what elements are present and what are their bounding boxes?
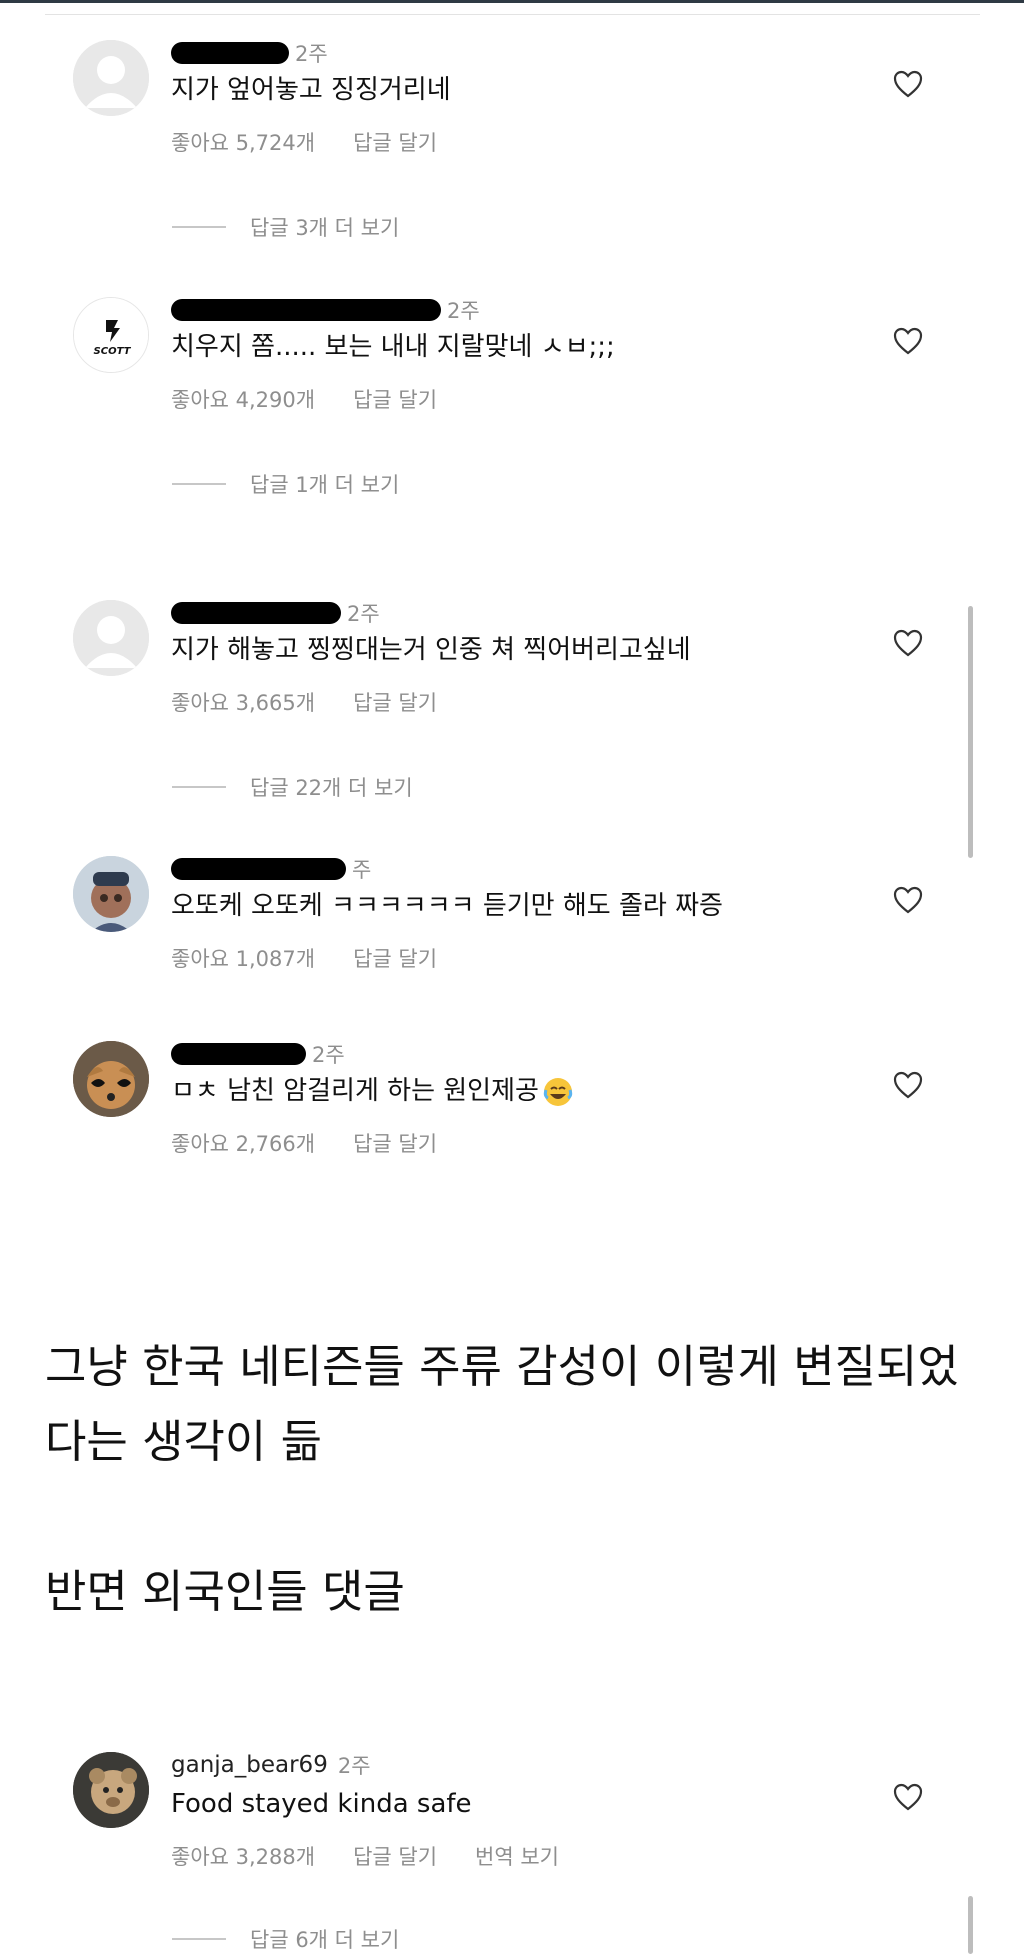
comment-time: 2주 — [312, 1043, 345, 1067]
article-text-line-1: 그냥 한국 네티즌들 주류 감성이 이렇게 변질되었 — [45, 1340, 959, 1393]
avatar-brand-text: SCOTT — [94, 346, 132, 357]
comment-meta: 좋아요 1,087개 답글 달기 — [171, 943, 437, 973]
comment-meta: 좋아요 3,288개 답글 달기 번역 보기 — [171, 1841, 559, 1871]
face-with-tears-of-joy-icon — [542, 1076, 574, 1108]
comment-meta: 좋아요 4,290개 답글 달기 — [171, 384, 437, 414]
like-count[interactable]: 좋아요 3,665개 — [171, 687, 315, 717]
scrollbar-2[interactable] — [968, 1896, 973, 1954]
comment-text: 치우지 쫌..... 보는 내내 지랄맞네 ㅅㅂ;;; — [171, 332, 615, 362]
like-count[interactable]: 좋아요 5,724개 — [171, 127, 315, 157]
heart-outline-icon[interactable] — [893, 1071, 923, 1099]
heart-outline-icon[interactable] — [893, 1783, 923, 1811]
reply-button[interactable]: 답글 달기 — [353, 687, 437, 717]
divider-line — [172, 226, 226, 228]
reply-button[interactable]: 답글 달기 — [353, 1128, 437, 1158]
article-text-line-3: 반면 외국인들 댓글 — [45, 1565, 405, 1618]
comment-username[interactable]: ganja_bear69 2주 — [171, 1750, 371, 1780]
reply-button[interactable]: 답글 달기 — [353, 943, 437, 973]
translate-button[interactable]: 번역 보기 — [475, 1841, 559, 1871]
default-avatar-icon[interactable] — [73, 40, 149, 116]
comment-username[interactable]: 2주 — [171, 1039, 345, 1069]
dog-avatar[interactable] — [73, 1041, 149, 1117]
comment-text: 지가 해놓고 찡찡대는거 인중 쳐 찍어버리고싶네 — [171, 635, 691, 665]
view-more-replies[interactable]: 답글 3개 더 보기 — [172, 212, 399, 242]
reply-button[interactable]: 답글 달기 — [353, 384, 437, 414]
like-count[interactable]: 좋아요 4,290개 — [171, 384, 315, 414]
view-more-replies-label: 답글 3개 더 보기 — [250, 216, 400, 240]
redacted-username — [171, 42, 289, 64]
top-divider — [45, 14, 980, 15]
heart-outline-icon[interactable] — [893, 327, 923, 355]
comment-text: ㅁㅊ 남친 암걸리게 하는 원인제공 — [171, 1074, 574, 1108]
scott-avatar[interactable]: SCOTT — [73, 297, 149, 373]
heart-outline-icon[interactable] — [893, 886, 923, 914]
view-more-replies-label: 답글 22개 더 보기 — [250, 776, 413, 800]
like-count[interactable]: 좋아요 1,087개 — [171, 943, 315, 973]
heart-outline-icon[interactable] — [893, 629, 923, 657]
view-more-replies[interactable]: 답글 1개 더 보기 — [172, 469, 399, 499]
default-avatar-icon[interactable] — [73, 600, 149, 676]
top-edge-bar — [0, 0, 1024, 3]
comment-time: 2주 — [295, 42, 328, 66]
like-count[interactable]: 좋아요 2,766개 — [171, 1128, 315, 1158]
comment-username[interactable]: 2주 — [171, 295, 480, 325]
comment-meta: 좋아요 2,766개 답글 달기 — [171, 1128, 437, 1158]
view-more-replies[interactable]: 답글 6개 더 보기 — [172, 1924, 399, 1954]
redacted-username — [171, 299, 441, 321]
comment-text-content: ㅁㅊ 남친 암걸리게 하는 원인제공 — [171, 1076, 539, 1106]
view-more-replies[interactable]: 답글 22개 더 보기 — [172, 772, 413, 802]
article-text-line-2: 다는 생각이 듦 — [45, 1415, 323, 1468]
comment-time: 주 — [352, 858, 372, 882]
heart-outline-icon[interactable] — [893, 70, 923, 98]
comment-username[interactable]: 2주 — [171, 38, 328, 68]
reply-button[interactable]: 답글 달기 — [353, 1841, 437, 1871]
bear-avatar[interactable] — [73, 1752, 149, 1828]
comment-text: Food stayed kinda safe — [171, 1789, 472, 1819]
divider-line — [172, 1938, 226, 1940]
comment-text: 지가 엎어놓고 징징거리네 — [171, 75, 451, 105]
divider-line — [172, 786, 226, 788]
redacted-username — [171, 858, 346, 880]
character-avatar[interactable] — [73, 856, 149, 932]
view-more-replies-label: 답글 6개 더 보기 — [250, 1928, 400, 1952]
comment-meta: 좋아요 5,724개 답글 달기 — [171, 127, 437, 157]
comment-username[interactable]: 주 — [171, 854, 371, 884]
comment-time: 2주 — [347, 602, 380, 626]
comment-time: 2주 — [337, 1754, 371, 1778]
redacted-username — [171, 602, 341, 624]
comment-username[interactable]: 2주 — [171, 598, 380, 628]
redacted-username — [171, 1043, 306, 1065]
comment-time: 2주 — [447, 299, 480, 323]
scrollbar[interactable] — [968, 606, 973, 858]
divider-line — [172, 483, 226, 485]
reply-button[interactable]: 답글 달기 — [353, 127, 437, 157]
username-label: ganja_bear69 — [171, 1752, 328, 1778]
view-more-replies-label: 답글 1개 더 보기 — [250, 473, 400, 497]
like-count[interactable]: 좋아요 3,288개 — [171, 1841, 315, 1871]
comment-text: 오또케 오또케 ㅋㅋㅋㅋㅋㅋ 듣기만 해도 졸라 짜증 — [171, 891, 723, 921]
comment-meta: 좋아요 3,665개 답글 달기 — [171, 687, 437, 717]
